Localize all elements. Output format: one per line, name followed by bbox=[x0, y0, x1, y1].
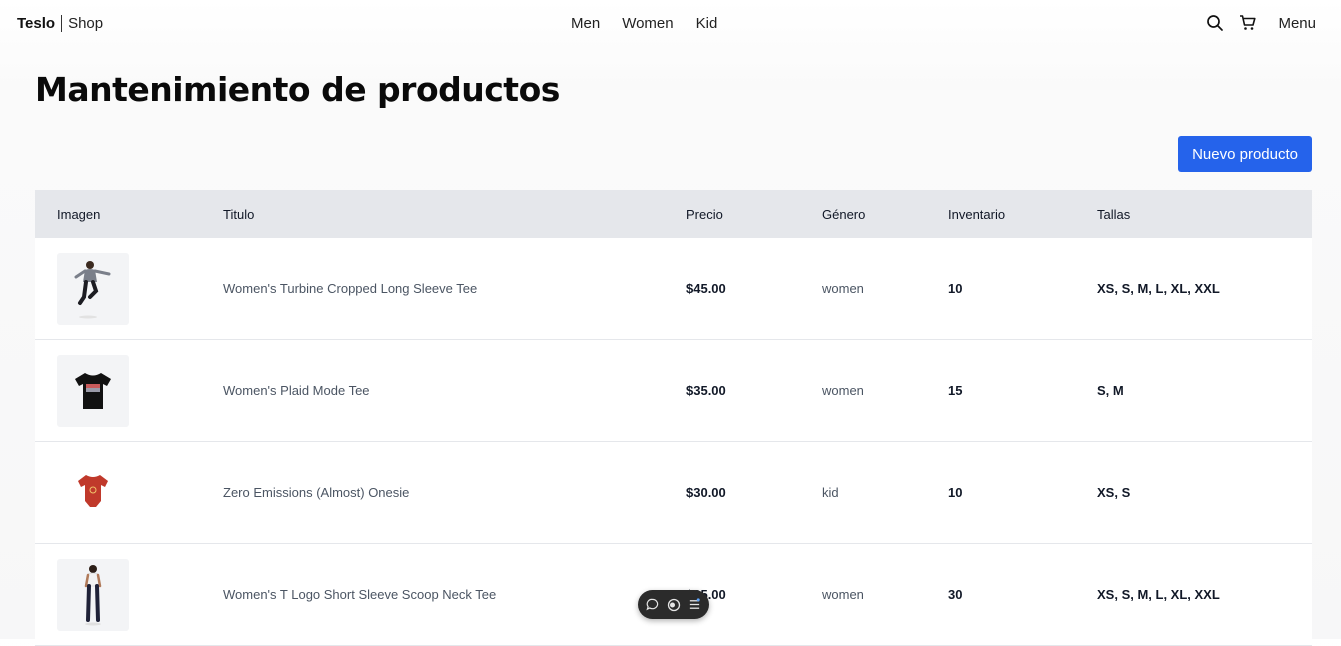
table-row: Women's Plaid Mode Tee $35.00 women 15 S… bbox=[35, 340, 1312, 442]
nav-link-men[interactable]: Men bbox=[560, 15, 611, 32]
product-gender: women bbox=[822, 383, 864, 398]
product-thumbnail[interactable] bbox=[57, 354, 129, 427]
product-thumbnail[interactable] bbox=[57, 456, 129, 529]
products-table: Imagen Titulo Precio Género Inventario T… bbox=[35, 190, 1312, 646]
top-navbar: Teslo Shop Men Women Kid Menu bbox=[0, 0, 1341, 48]
nav-link-women[interactable]: Women bbox=[611, 15, 684, 32]
brand-name: Teslo bbox=[17, 15, 56, 32]
product-title[interactable]: Zero Emissions (Almost) Onesie bbox=[223, 442, 409, 543]
table-header: Imagen Titulo Precio Género Inventario T… bbox=[35, 190, 1312, 238]
new-product-button[interactable]: Nuevo producto bbox=[1178, 136, 1312, 172]
nav-link-kid[interactable]: Kid bbox=[685, 15, 729, 32]
image-cell bbox=[57, 340, 129, 441]
product-price: $45.00 bbox=[686, 281, 726, 296]
image-cell bbox=[57, 442, 129, 543]
floating-toolbar bbox=[638, 590, 709, 619]
column-header-stock: Inventario bbox=[948, 206, 1006, 222]
category-nav: Men Women Kid bbox=[560, 15, 728, 32]
brand-logo[interactable]: Teslo Shop bbox=[17, 15, 103, 32]
woman-model-photo bbox=[74, 260, 111, 318]
product-gender: women bbox=[822, 281, 864, 296]
column-header-sizes: Tallas bbox=[1097, 206, 1131, 222]
table-row: Women's Turbine Cropped Long Sleeve Tee … bbox=[35, 238, 1312, 340]
product-stock: 15 bbox=[948, 383, 963, 398]
column-header-image: Imagen bbox=[57, 206, 101, 222]
menu-button[interactable]: Menu bbox=[1278, 15, 1316, 32]
nav-actions: Menu bbox=[1204, 12, 1316, 34]
product-stock: 10 bbox=[948, 485, 963, 500]
red-onesie-photo bbox=[78, 474, 108, 507]
column-header-gender: Género bbox=[822, 206, 866, 222]
product-stock: 10 bbox=[948, 281, 963, 296]
comment-icon[interactable] bbox=[645, 597, 661, 613]
product-title[interactable]: Women's Plaid Mode Tee bbox=[223, 340, 370, 441]
woman-model-photo bbox=[84, 564, 102, 625]
brand-divider bbox=[61, 15, 63, 32]
search-icon[interactable] bbox=[1204, 12, 1226, 34]
product-title[interactable]: Women's T Logo Short Sleeve Scoop Neck T… bbox=[223, 544, 496, 645]
image-cell bbox=[57, 544, 129, 645]
product-stock: 30 bbox=[948, 587, 963, 602]
product-title[interactable]: Women's Turbine Cropped Long Sleeve Tee bbox=[223, 238, 477, 339]
product-thumbnail[interactable] bbox=[57, 252, 129, 325]
cart-icon[interactable] bbox=[1237, 12, 1259, 34]
black-tee-photo bbox=[75, 372, 111, 409]
product-sizes: XS, S, M, L, XL, XXL bbox=[1097, 587, 1220, 602]
column-header-price: Precio bbox=[686, 206, 723, 222]
product-sizes: XS, S, M, L, XL, XXL bbox=[1097, 281, 1220, 296]
product-price: $35.00 bbox=[686, 383, 726, 398]
product-thumbnail[interactable] bbox=[57, 558, 129, 631]
product-price: $30.00 bbox=[686, 485, 726, 500]
table-row: Zero Emissions (Almost) Onesie $30.00 ki… bbox=[35, 442, 1312, 544]
brand-subtitle: Shop bbox=[68, 15, 104, 32]
list-icon[interactable] bbox=[687, 597, 703, 613]
product-gender: women bbox=[822, 587, 864, 602]
product-sizes: S, M bbox=[1097, 383, 1124, 398]
page-title: Mantenimiento de productos bbox=[35, 70, 560, 109]
product-gender: kid bbox=[822, 485, 839, 500]
image-cell bbox=[57, 238, 129, 339]
toggle-icon[interactable] bbox=[666, 597, 682, 613]
product-sizes: XS, S bbox=[1097, 485, 1131, 500]
column-header-title: Titulo bbox=[223, 206, 255, 222]
